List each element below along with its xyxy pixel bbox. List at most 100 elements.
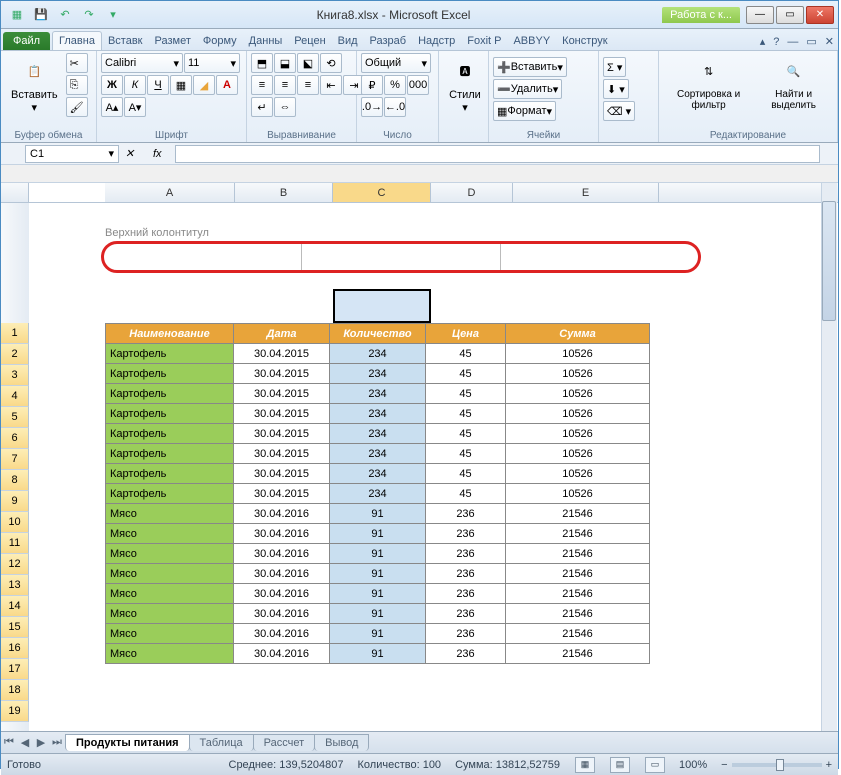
row-header[interactable]: 3 <box>1 365 29 386</box>
table-row[interactable]: Мясо30.04.20169123621546 <box>106 624 650 644</box>
tab-foxit[interactable]: Foxit P <box>461 32 507 50</box>
cell[interactable]: 45 <box>426 444 506 464</box>
cell[interactable]: 45 <box>426 404 506 424</box>
cell[interactable]: 91 <box>330 524 426 544</box>
table-header-cell[interactable]: Количество <box>330 324 426 344</box>
table-row[interactable]: Картофель30.04.20152344510526 <box>106 424 650 444</box>
underline-button[interactable]: Ч <box>147 75 169 95</box>
cell[interactable]: 30.04.2016 <box>234 604 330 624</box>
cell[interactable]: 30.04.2016 <box>234 524 330 544</box>
vertical-scrollbar[interactable] <box>821 183 837 731</box>
cell[interactable]: 10526 <box>506 384 650 404</box>
tab-nav-last-icon[interactable]: ⏭ <box>49 736 65 749</box>
cell[interactable]: 234 <box>330 344 426 364</box>
row-header[interactable]: 15 <box>1 617 29 638</box>
table-row[interactable]: Мясо30.04.20169123621546 <box>106 504 650 524</box>
doc-close-icon[interactable]: ✕ <box>821 33 838 50</box>
cell[interactable]: 30.04.2016 <box>234 544 330 564</box>
tab-addins[interactable]: Надстр <box>412 32 461 50</box>
cancel-formula-icon[interactable]: ✕ <box>125 147 141 160</box>
cell[interactable]: 91 <box>330 624 426 644</box>
align-center-button[interactable]: ≡ <box>274 75 296 95</box>
help-icon[interactable]: ? <box>769 34 783 50</box>
cell[interactable]: 21546 <box>506 624 650 644</box>
row-header[interactable]: 10 <box>1 512 29 533</box>
qa-more-icon[interactable]: ▾ <box>105 7 121 23</box>
border-button[interactable]: ▦ <box>170 75 192 95</box>
cell[interactable]: 45 <box>426 364 506 384</box>
indent-dec-button[interactable]: ⇤ <box>320 75 342 95</box>
cell[interactable]: Картофель <box>106 344 234 364</box>
tab-nav-next-icon[interactable]: ▶ <box>33 736 49 749</box>
cell[interactable]: 10526 <box>506 344 650 364</box>
cell[interactable]: 30.04.2015 <box>234 424 330 444</box>
cell[interactable]: Мясо <box>106 544 234 564</box>
table-row[interactable]: Картофель30.04.20152344510526 <box>106 344 650 364</box>
cell[interactable]: 236 <box>426 624 506 644</box>
row-header[interactable]: 13 <box>1 575 29 596</box>
table-row[interactable]: Картофель30.04.20152344510526 <box>106 464 650 484</box>
table-header-cell[interactable]: Дата <box>234 324 330 344</box>
cell[interactable]: 234 <box>330 364 426 384</box>
tab-abbyy[interactable]: ABBYY <box>507 32 556 50</box>
zoom-in-button[interactable]: + <box>826 759 832 771</box>
view-layout-button[interactable]: ▤ <box>610 757 630 773</box>
header-right[interactable] <box>501 244 698 270</box>
zoom-level[interactable]: 100% <box>679 759 707 771</box>
table-header-cell[interactable]: Цена <box>426 324 506 344</box>
row-header[interactable]: 4 <box>1 386 29 407</box>
row-header[interactable]: 11 <box>1 533 29 554</box>
row-header[interactable]: 19 <box>1 701 29 722</box>
cell[interactable]: 234 <box>330 464 426 484</box>
dec-decimal-button[interactable]: ←.0 <box>384 97 406 117</box>
number-format-combo[interactable]: Общий▾ <box>361 53 431 73</box>
table-row[interactable]: Картофель30.04.20152344510526 <box>106 484 650 504</box>
minimize-button[interactable]: — <box>746 6 774 24</box>
formula-bar[interactable] <box>175 145 820 163</box>
cell[interactable]: 236 <box>426 524 506 544</box>
row-header[interactable]: 14 <box>1 596 29 617</box>
cell[interactable]: 236 <box>426 504 506 524</box>
header-center[interactable] <box>302 244 500 270</box>
align-middle-button[interactable]: ⬓ <box>274 53 296 73</box>
cell[interactable]: 21546 <box>506 544 650 564</box>
currency-button[interactable]: ₽ <box>361 75 383 95</box>
cell[interactable]: 91 <box>330 564 426 584</box>
cell[interactable]: Мясо <box>106 584 234 604</box>
tab-review[interactable]: Рецен <box>288 32 331 50</box>
table-row[interactable]: Мясо30.04.20169123621546 <box>106 604 650 624</box>
col-header[interactable]: A <box>105 183 235 202</box>
cell[interactable]: 30.04.2016 <box>234 504 330 524</box>
cell[interactable]: Мясо <box>106 604 234 624</box>
grow-font-button[interactable]: A▴ <box>101 97 123 117</box>
cell[interactable]: 236 <box>426 604 506 624</box>
cell[interactable]: Мясо <box>106 564 234 584</box>
scroll-thumb[interactable] <box>822 201 836 321</box>
format-cells-button[interactable]: ▦ Формат ▾ <box>493 101 556 121</box>
cell[interactable]: 236 <box>426 644 506 664</box>
cell[interactable]: Картофель <box>106 484 234 504</box>
cell[interactable]: 91 <box>330 584 426 604</box>
table-row[interactable]: Мясо30.04.20169123621546 <box>106 584 650 604</box>
cell[interactable]: 234 <box>330 484 426 504</box>
col-header[interactable]: C <box>333 183 431 202</box>
cell[interactable]: 45 <box>426 464 506 484</box>
file-tab[interactable]: Файл <box>3 32 50 50</box>
cell[interactable]: 45 <box>426 344 506 364</box>
tab-insert[interactable]: Вставк <box>102 32 149 50</box>
row-header[interactable]: 2 <box>1 344 29 365</box>
undo-icon[interactable]: ↶ <box>57 7 73 23</box>
row-header[interactable]: 7 <box>1 449 29 470</box>
cell[interactable]: Картофель <box>106 424 234 444</box>
cell[interactable]: 21546 <box>506 504 650 524</box>
cell[interactable]: 45 <box>426 384 506 404</box>
row-header[interactable]: 8 <box>1 470 29 491</box>
cell[interactable]: 21546 <box>506 564 650 584</box>
align-top-button[interactable]: ⬒ <box>251 53 273 73</box>
cell[interactable]: 21546 <box>506 584 650 604</box>
clear-button[interactable]: ⌫ ▾ <box>603 101 635 121</box>
cell[interactable]: Картофель <box>106 404 234 424</box>
sheet-tab[interactable]: Вывод <box>314 734 369 751</box>
cell[interactable]: 30.04.2015 <box>234 464 330 484</box>
cell[interactable]: 30.04.2015 <box>234 384 330 404</box>
